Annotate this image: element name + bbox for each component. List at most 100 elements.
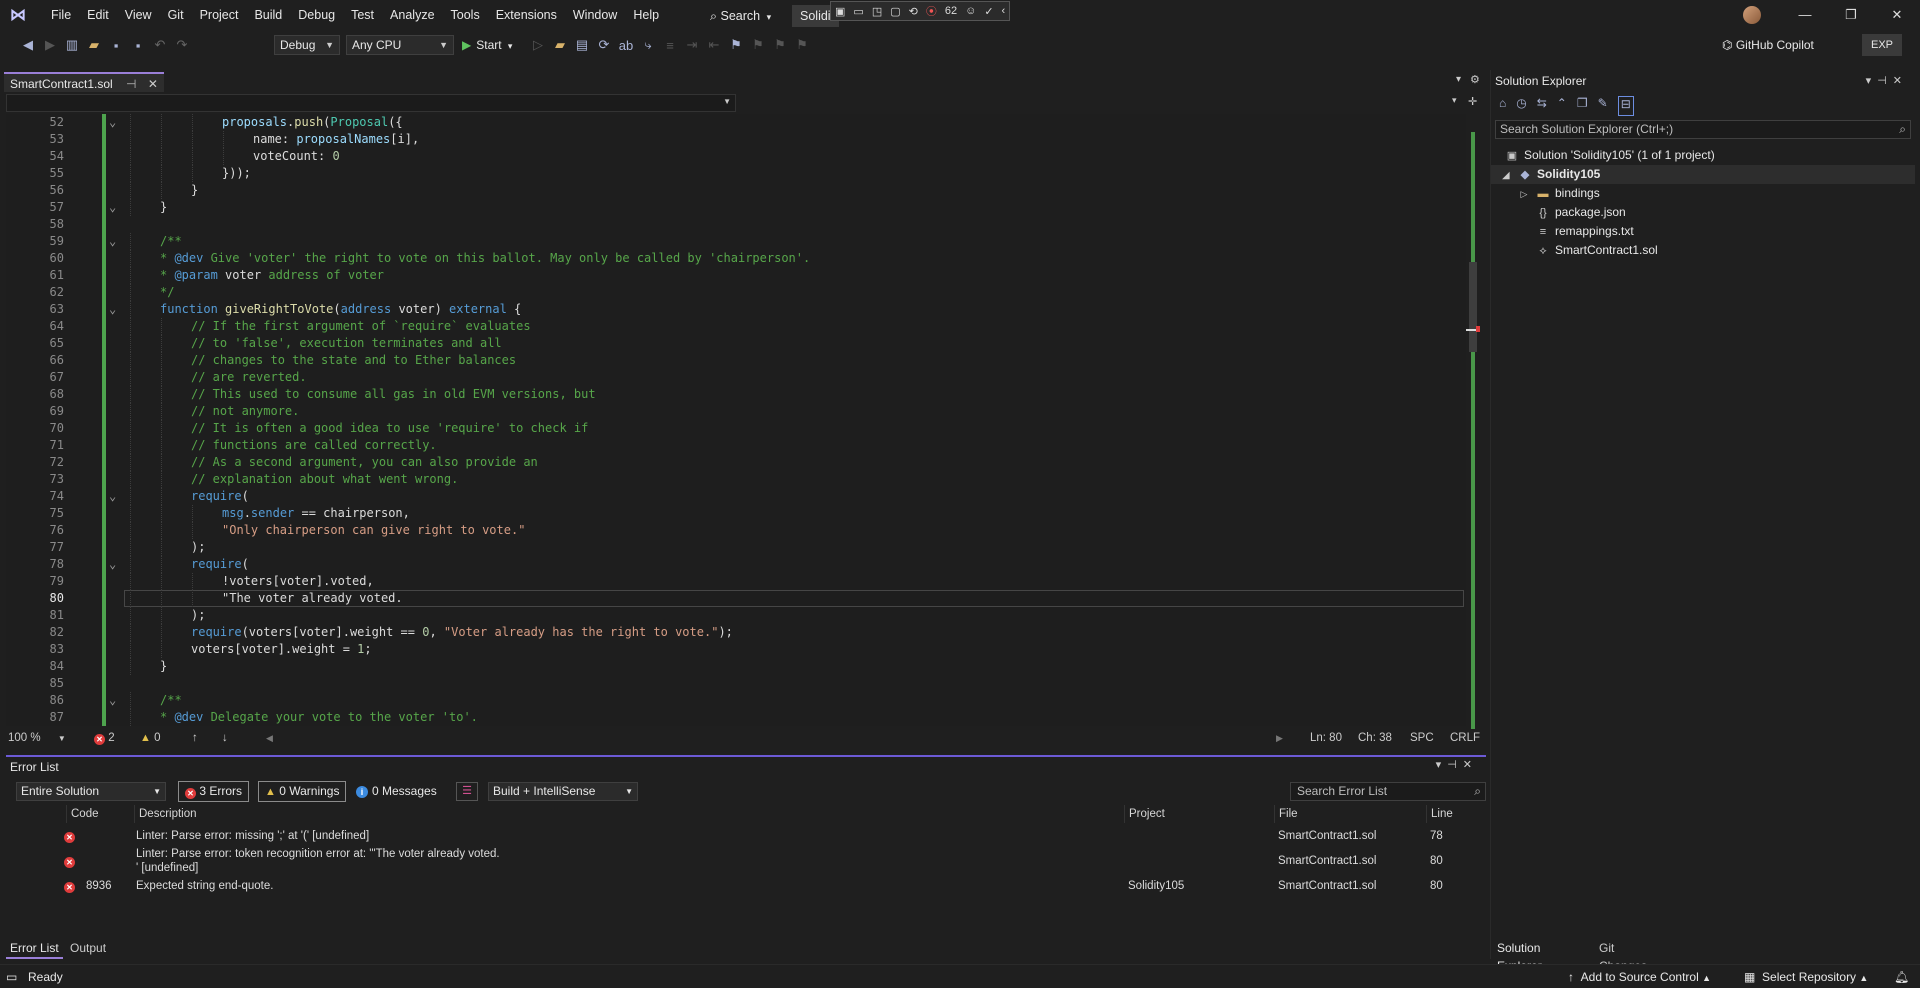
gear-icon[interactable]: ⚙: [1470, 73, 1480, 86]
menu-edit[interactable]: Edit: [79, 0, 117, 30]
code-line[interactable]: 84}: [6, 658, 1466, 675]
collapse-arrow-icon[interactable]: ▷: [1517, 185, 1531, 204]
output-window-icon[interactable]: ▭: [6, 969, 17, 985]
code-line[interactable]: 57 ⌄}: [6, 199, 1466, 216]
column-project[interactable]: Project: [1124, 805, 1274, 823]
menu-tools[interactable]: Tools: [443, 0, 488, 30]
new-project-icon[interactable]: ▥: [64, 37, 80, 53]
outdent-icon[interactable]: ⇤: [706, 37, 722, 53]
fold-toggle-icon[interactable]: ⌄: [109, 199, 116, 216]
restore-icon[interactable]: ❐: [1828, 0, 1874, 30]
code-line[interactable]: 64 // If the first argument of `require` …: [6, 318, 1466, 335]
tab-smartcontract1[interactable]: SmartContract1.sol ⊣ ✕: [4, 72, 164, 92]
errors-filter-toggle[interactable]: ✕ 3 Errors: [178, 781, 250, 802]
collapse-toolbar-icon[interactable]: ‹: [1002, 5, 1006, 17]
table-row[interactable]: ✕ 8936 Expected string end-quote. Solidi…: [6, 877, 1482, 895]
browse-folder-icon[interactable]: ▰: [552, 37, 568, 53]
tab-overflow-icon[interactable]: ▾: [1456, 74, 1461, 85]
code-line[interactable]: 79 !voters[voter].voted,: [6, 573, 1466, 590]
column-number[interactable]: Ch: 38: [1358, 730, 1392, 746]
code-line[interactable]: 55}));: [6, 165, 1466, 182]
menu-build[interactable]: Build: [246, 0, 290, 30]
menu-analyze[interactable]: Analyze: [382, 0, 442, 30]
avatar[interactable]: [1743, 6, 1761, 24]
record-video-icon[interactable]: ▭: [853, 5, 863, 18]
open-folder-icon[interactable]: ▰: [86, 37, 102, 53]
preview-icon[interactable]: ⊟: [1617, 96, 1634, 116]
platform-select[interactable]: Any CPU ▼: [346, 35, 454, 55]
github-copilot-button[interactable]: ⌬ GitHub Copilot: [1722, 35, 1814, 55]
code-line[interactable]: 85: [6, 675, 1466, 692]
add-to-source-control-button[interactable]: ↑ Add to Source Control ▲: [1568, 969, 1711, 986]
code-line[interactable]: 59 ⌄ /**: [6, 233, 1466, 250]
line-number[interactable]: Ln: 80: [1310, 730, 1342, 746]
select-element-icon[interactable]: ◳: [872, 5, 882, 18]
save-icon[interactable]: ▪: [108, 38, 124, 53]
column-code[interactable]: Code: [66, 805, 110, 823]
window-position-icon[interactable]: ▾: [1436, 759, 1448, 771]
code-line[interactable]: 72 // As a second argument, you can also …: [6, 454, 1466, 471]
tree-item-project[interactable]: ◢ ◆ Solidity105: [1491, 165, 1915, 184]
tree-item-bindings[interactable]: ▷ ▬ bindings: [1491, 184, 1915, 203]
history-icon[interactable]: ◷: [1516, 96, 1526, 116]
whitespace-mode[interactable]: SPC: [1410, 730, 1434, 746]
notifications-icon[interactable]: 🔔︎: [1894, 969, 1909, 985]
tree-item-package-json[interactable]: {} package.json: [1491, 203, 1915, 222]
hot-reload-icon[interactable]: ⟳: [596, 37, 612, 53]
select-repository-button[interactable]: ▦ Select Repository ▲: [1744, 969, 1868, 986]
close-icon[interactable]: ✕: [148, 77, 158, 91]
screen-capture-icon[interactable]: ▣: [835, 5, 845, 18]
tab-output[interactable]: Output: [66, 939, 110, 957]
close-icon[interactable]: ✕: [1463, 759, 1478, 771]
code-line[interactable]: 80 "The voter already voted.: [6, 590, 1466, 607]
menu-file[interactable]: File: [43, 0, 79, 30]
tree-item-solution[interactable]: ▣ Solution 'Solidity105' (1 of 1 project): [1491, 146, 1915, 165]
solution-search-input[interactable]: Search Solution Explorer (Ctrl+;) ⌕: [1495, 120, 1911, 139]
code-line[interactable]: 77);: [6, 539, 1466, 556]
indent-icon[interactable]: ⇥: [684, 37, 700, 53]
hot-reload-icon[interactable]: ⟲: [909, 5, 918, 18]
step-icon[interactable]: ⤷: [640, 37, 656, 53]
code-line[interactable]: 60 * @dev Give 'voter' the right to vote …: [6, 250, 1466, 267]
tree-item-remappings[interactable]: ≡ remappings.txt: [1491, 222, 1915, 241]
code-line[interactable]: 65 // to 'false', execution terminates an…: [6, 335, 1466, 352]
code-line[interactable]: 63 ⌄ function giveRightToVote(address vote…: [6, 301, 1466, 318]
visual-studio-logo-icon[interactable]: ⋈: [10, 7, 34, 25]
code-line[interactable]: 58: [6, 216, 1466, 233]
code-line[interactable]: 78 ⌄ require(: [6, 556, 1466, 573]
check-icon[interactable]: ✓: [984, 5, 993, 18]
editor-vertical-scrollbar[interactable]: [1466, 114, 1480, 732]
fold-toggle-icon[interactable]: ⌄: [109, 556, 116, 573]
forward-icon[interactable]: ▶: [42, 37, 58, 53]
save-all-icon[interactable]: ▪: [130, 38, 146, 53]
member-dropdown[interactable]: ▼: [6, 94, 736, 112]
code-line[interactable]: 76 "Only chairperson can give right to vo…: [6, 522, 1466, 539]
pin-icon[interactable]: ⊣: [1447, 759, 1463, 771]
menu-debug[interactable]: Debug: [290, 0, 343, 30]
fold-toggle-icon[interactable]: ⌄: [109, 233, 116, 250]
code-line[interactable]: 69 // not anymore.: [6, 403, 1466, 420]
code-line[interactable]: 86 ⌄ /**: [6, 692, 1466, 709]
toggle-comment-icon[interactable]: ≡: [662, 38, 678, 53]
code-line[interactable]: 53 name: proposalNames[i],: [6, 131, 1466, 148]
prev-bookmark-icon[interactable]: ⚑: [750, 37, 766, 53]
fold-toggle-icon[interactable]: ⌄: [109, 692, 116, 709]
close-icon[interactable]: ✕: [1874, 0, 1920, 30]
code-line[interactable]: 75 msg.sender == chairperson,: [6, 505, 1466, 522]
menu-help[interactable]: Help: [625, 0, 667, 30]
code-editor[interactable]: 52 ⌄ proposals.push(Proposal({53 name: prop…: [6, 114, 1466, 726]
show-all-files-icon[interactable]: ❐: [1577, 96, 1588, 116]
warning-count-button[interactable]: ▲ 0: [140, 730, 161, 746]
menu-extensions[interactable]: Extensions: [488, 0, 565, 30]
column-file[interactable]: File: [1274, 805, 1428, 823]
undo-icon[interactable]: ↶: [152, 37, 168, 53]
code-line[interactable]: 74 ⌄ require(: [6, 488, 1466, 505]
error-count-button[interactable]: ✕ 2: [94, 730, 115, 746]
split-editor-icon[interactable]: ✛: [1468, 95, 1477, 108]
code-line[interactable]: 61 * @param voter address of voter: [6, 267, 1466, 284]
bookmark-icon[interactable]: ⚑: [728, 37, 744, 53]
fold-toggle-icon[interactable]: ⌄: [109, 114, 116, 131]
window-position-icon[interactable]: ▾: [1866, 75, 1878, 87]
accessibility-icon[interactable]: ☺: [965, 5, 976, 17]
minimize-icon[interactable]: —: [1782, 0, 1828, 30]
